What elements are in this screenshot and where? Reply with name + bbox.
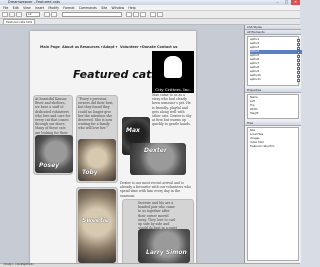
cat-logo-icon — [164, 56, 182, 78]
pointer-tool-button[interactable] — [2, 12, 8, 17]
properties-box: Name Left Top Width Height — [247, 94, 299, 119]
right-panel: CSS Styles AP Elements apDiv1 apDiv2 apD… — [244, 25, 302, 263]
ap-element-row[interactable]: apDiv11 — [250, 78, 302, 82]
page-design: Main Page About us Resources ▾ Adopt ▾ V… — [30, 31, 196, 263]
hand-tool-button[interactable] — [9, 12, 15, 17]
cat-photo-posey[interactable]: Posey — [35, 135, 73, 173]
italic-button[interactable] — [51, 12, 57, 17]
max-text: Max came to us as a stray who had clearl… — [152, 93, 192, 127]
nav-adopt[interactable]: Adopt ▾ — [103, 45, 117, 49]
align-left-button[interactable] — [126, 12, 132, 17]
font-select[interactable] — [62, 12, 122, 17]
page-title: Featured cats — [73, 68, 158, 81]
bold-button[interactable] — [44, 12, 50, 17]
font-size-input[interactable]: 12 — [26, 12, 40, 17]
cat-photo-sweetie[interactable]: Sweetie — [78, 189, 116, 263]
nav-donate[interactable]: Donate — [142, 45, 156, 49]
nav-resources[interactable]: Resources ▾ — [80, 45, 103, 49]
nav-contact-us[interactable]: Contact us — [157, 45, 177, 49]
align-right-button[interactable] — [140, 12, 146, 17]
cat-name-max: Max — [126, 127, 140, 134]
posey-story-text: “Posey’s previous owners did their best,… — [78, 97, 114, 131]
cat-photo-dexter[interactable]: Dexter — [130, 143, 186, 175]
properties-header[interactable]: Properties — [245, 88, 301, 93]
ap-elements-list: apDiv1 apDiv2 apDiv3 apDiv4 apDiv5 apDiv… — [247, 36, 302, 86]
visibility-checkbox[interactable] — [297, 78, 300, 82]
design-canvas: Main Page About us Resources ▾ Adopt ▾ V… — [0, 25, 244, 263]
cat-photo-larry[interactable]: Larry Simon — [138, 229, 190, 263]
list-button[interactable] — [150, 12, 156, 17]
intro-text: At beautiful Kansas River and shelters, … — [35, 97, 71, 135]
nav-main-page[interactable]: Main Page — [40, 45, 60, 49]
cat-name-sweetie: Sweetie — [82, 217, 109, 224]
file-row[interactable]: Featured cats.html — [250, 145, 302, 149]
nav-about-us[interactable]: About us — [62, 45, 79, 49]
cat-name-posey: Posey — [39, 162, 60, 169]
status-bar: <body> <div#apDiv4> — [0, 263, 300, 267]
cat-name-dexter: Dexter — [144, 147, 167, 154]
align-center-button[interactable] — [133, 12, 139, 17]
files-header[interactable]: Files — [245, 121, 301, 126]
files-box: Site Local Files images index.html Featu… — [247, 127, 299, 261]
dexter-text: Dexter is our most recent arrival and is… — [120, 181, 191, 197]
indent-button[interactable] — [157, 12, 163, 17]
cat-photo-toby[interactable]: Toby — [78, 139, 116, 181]
toolbar: 12 — [0, 11, 300, 19]
logo: City Critters, Inc. — [152, 51, 194, 93]
nav-volunteer[interactable]: Volunteer ▾ — [120, 45, 142, 49]
document-tab[interactable]: Featured cats.html — [3, 19, 36, 24]
logo-text: City Critters, Inc. — [155, 87, 191, 92]
sweetie-text: Sweetie and Mo are a bonded pair who cam… — [138, 201, 177, 229]
cat-name-larry: Larry Simon — [146, 249, 187, 256]
zoom-tool-button[interactable] — [16, 12, 22, 17]
ap-elements-tab[interactable]: AP Elements — [245, 30, 301, 35]
cat-name-toby: Toby — [82, 169, 98, 176]
property-row[interactable]: Height — [250, 112, 302, 116]
